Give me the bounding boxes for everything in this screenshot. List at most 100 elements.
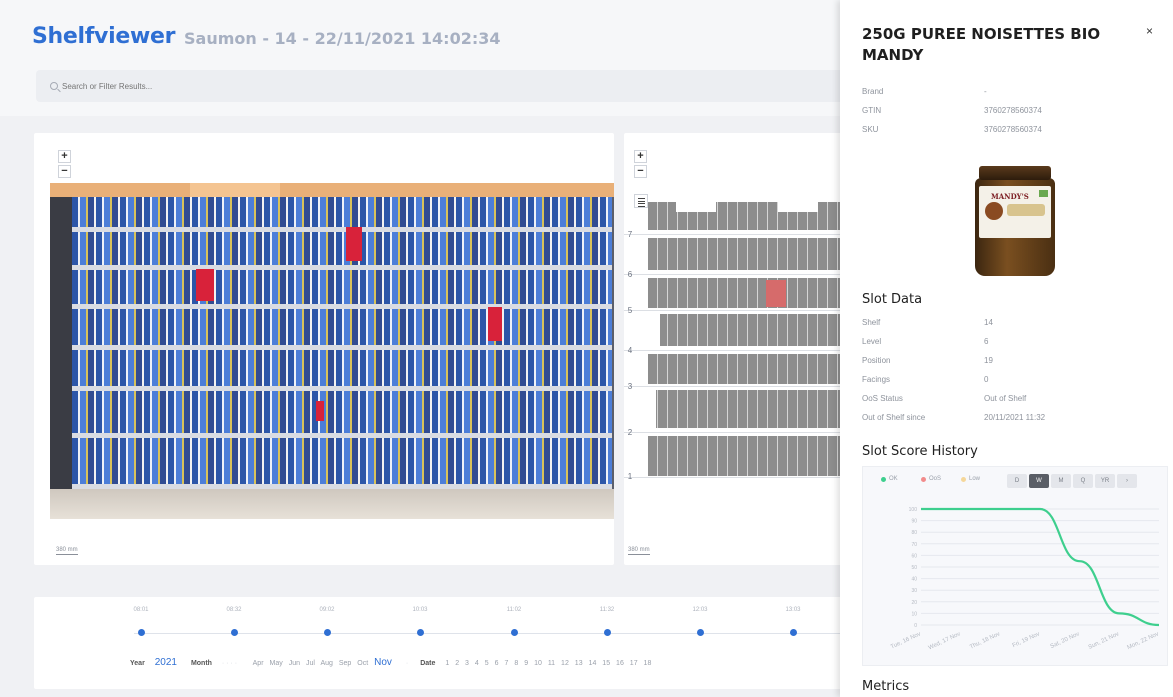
timeline-time: 10:03 [412, 607, 428, 613]
planogram-map[interactable]: 7 6 5 4 3 2 1 [624, 200, 849, 490]
timeline-time: 12:03 [692, 607, 708, 613]
timeline-point[interactable] [697, 629, 704, 636]
oos-marker[interactable] [316, 401, 324, 421]
range-button-week[interactable]: W [1029, 474, 1049, 488]
date-item[interactable]: 4 [475, 660, 479, 667]
slot-oos-since-row: Out of Shelf since 20/11/2021 11:32 [862, 413, 1045, 422]
field-value: 3760278560374 [984, 125, 1042, 134]
field-value: 20/11/2021 11:32 [984, 413, 1046, 422]
level-label: 6 [627, 270, 633, 279]
range-button-year[interactable]: YR [1095, 474, 1115, 488]
timeline-date-picker: Year 2021 Month · · · · Apr May Jun Jul … [130, 657, 652, 668]
date-item[interactable]: 7 [504, 660, 508, 667]
range-selector: D W M Q YR › [1007, 474, 1137, 488]
zoom-in-button[interactable]: + [58, 150, 71, 163]
layers-icon[interactable] [634, 194, 648, 208]
timeline-point[interactable] [324, 629, 331, 636]
month-item[interactable]: Sep [339, 660, 351, 667]
timeline-point[interactable] [604, 629, 611, 636]
date-item[interactable]: 17 [630, 660, 638, 667]
field-label: Brand [862, 87, 884, 96]
timeline-point[interactable] [511, 629, 518, 636]
date-item[interactable]: 13 [575, 660, 583, 667]
map-scale-bar: 380 mm [628, 547, 650, 555]
oos-marker[interactable] [488, 307, 502, 341]
search-input[interactable] [62, 81, 362, 91]
range-next-button[interactable]: › [1117, 474, 1137, 488]
store-floor [50, 489, 614, 519]
timeline-point[interactable] [790, 629, 797, 636]
date-item[interactable]: 5 [485, 660, 489, 667]
month-item[interactable]: Apr [253, 660, 264, 667]
month-item[interactable]: Jul [306, 660, 315, 667]
legend-item-low[interactable]: Low [961, 476, 980, 482]
date-item[interactable]: 15 [602, 660, 610, 667]
date-label: Date [420, 660, 436, 667]
field-label: Position [862, 356, 891, 365]
date-item[interactable]: 18 [644, 660, 652, 667]
search-icon [50, 82, 58, 90]
y-tick-label: 10 [911, 611, 917, 617]
field-value: Out of Shelf [984, 394, 1027, 403]
slot-level-row: Level 6 [862, 337, 988, 346]
slot-facings-row: Facings 0 [862, 375, 988, 384]
timeline-track [134, 633, 849, 634]
slot-shelf-row: Shelf 14 [862, 318, 993, 327]
metrics-heading: Metrics [862, 679, 910, 694]
date-item[interactable]: 8 [514, 660, 518, 667]
range-button-quarter[interactable]: Q [1073, 474, 1093, 488]
field-label: SKU [862, 125, 879, 134]
zoom-out-button[interactable]: − [634, 165, 647, 178]
date-item[interactable]: 1 [445, 660, 449, 667]
shelf-header-banner [50, 183, 614, 197]
date-item[interactable]: 14 [589, 660, 597, 667]
date-item[interactable]: 9 [524, 660, 528, 667]
photo-scale-bar: 380 mm [56, 547, 78, 555]
date-item[interactable]: 2 [455, 660, 459, 667]
date-item[interactable]: 10 [534, 660, 542, 667]
timeline-time: 11:02 [506, 607, 522, 613]
product-logo: MANDY'S [991, 192, 1029, 201]
month-item[interactable]: May [270, 660, 283, 667]
timeline-time: 08:32 [226, 607, 242, 613]
product-title: 250G PUREE NOISETTES BIO MANDY [862, 25, 1101, 64]
legend-item-oos[interactable]: OoS [921, 476, 941, 482]
month-item[interactable]: Jun [289, 660, 300, 667]
date-item[interactable]: 11 [548, 660, 555, 667]
zoom-out-button[interactable]: − [58, 165, 71, 178]
oos-marker[interactable] [346, 227, 362, 261]
field-value: 6 [984, 337, 989, 346]
timeline-point[interactable] [231, 629, 238, 636]
zoom-in-button[interactable]: + [634, 150, 647, 163]
timeline-time: 13:03 [785, 607, 801, 613]
date-item[interactable]: 3 [465, 660, 469, 667]
shelf-photo[interactable] [50, 183, 614, 519]
month-item[interactable]: Oct [357, 660, 368, 667]
range-button-month[interactable]: M [1051, 474, 1071, 488]
search-bar[interactable] [36, 70, 866, 102]
range-button-day[interactable]: D [1007, 474, 1027, 488]
y-tick-label: 30 [911, 588, 917, 594]
legend-item-ok[interactable]: OK [881, 476, 898, 482]
slot-data-heading: Slot Data [862, 292, 923, 307]
level-label: 4 [627, 346, 633, 355]
selected-slot[interactable] [766, 280, 786, 307]
timeline-point[interactable] [138, 629, 145, 636]
field-label: GTIN [862, 106, 882, 115]
date-item[interactable]: 16 [616, 660, 624, 667]
year-selector[interactable]: 2021 [155, 657, 177, 668]
brand-title[interactable]: Shelfviewer [32, 24, 175, 49]
map-zoom-control: + − [634, 150, 647, 178]
timeline-point[interactable] [417, 629, 424, 636]
y-tick-label: 50 [911, 565, 917, 571]
month-item-selected[interactable]: Nov [374, 657, 392, 668]
oos-marker[interactable] [196, 269, 214, 301]
close-icon[interactable]: × [1146, 24, 1153, 38]
field-label: OoS Status [862, 394, 903, 403]
date-item[interactable]: 12 [561, 660, 569, 667]
date-item[interactable]: 6 [495, 660, 499, 667]
slot-position-row: Position 19 [862, 356, 993, 365]
month-item[interactable]: Aug [320, 660, 332, 667]
product-sku-row: SKU 3760278560374 [862, 125, 1042, 134]
slot-history-heading: Slot Score History [862, 444, 978, 459]
